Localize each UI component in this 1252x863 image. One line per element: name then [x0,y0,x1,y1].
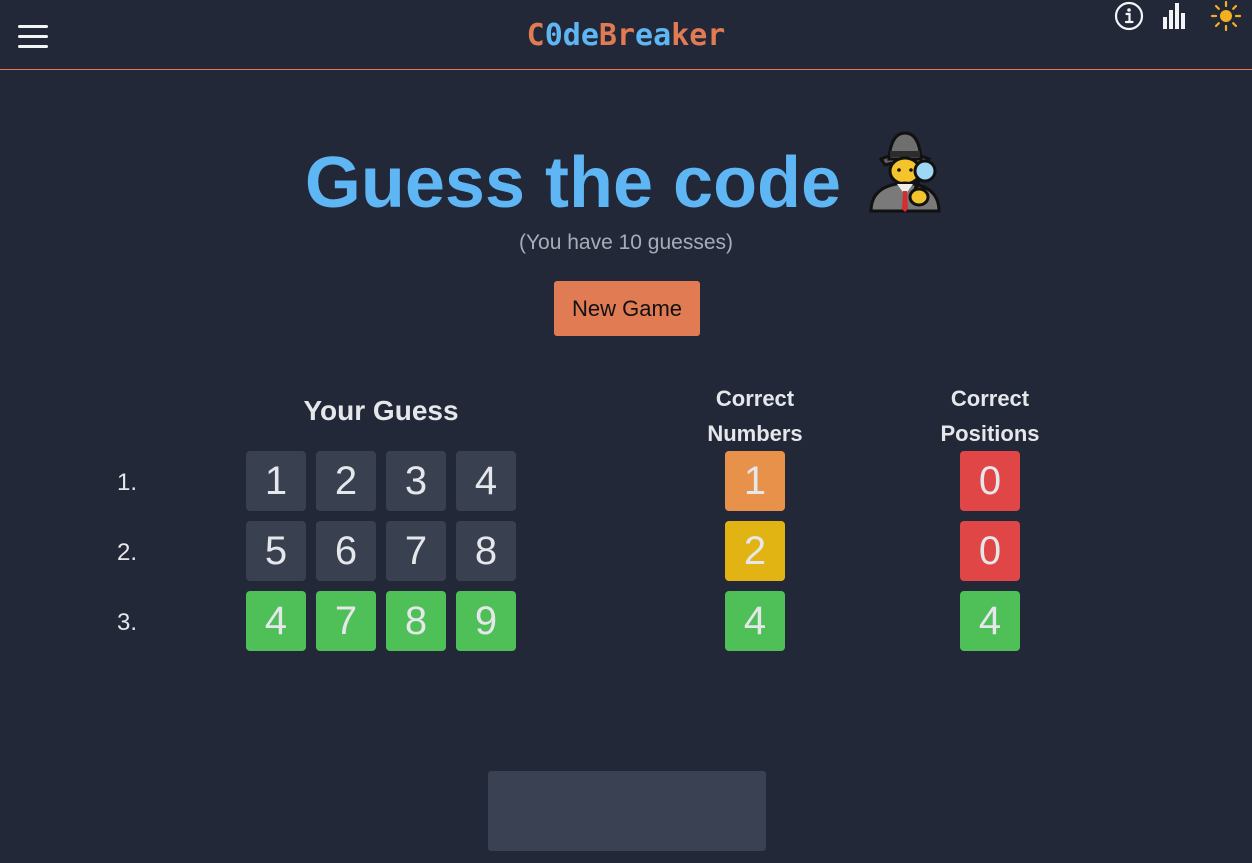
correct-positions-value: 0 [960,521,1020,581]
top-bar: C0deBreaker [0,0,1252,70]
guess-digit: 8 [456,521,516,581]
detective-emoji-icon [863,125,947,232]
correct-positions-value: 0 [960,451,1020,511]
guess-digit: 4 [456,451,516,511]
row-number: 1. [117,469,138,496]
row-number: 3. [117,609,138,636]
menu-button[interactable] [18,25,48,49]
correct-positions-header-line1: Correct [950,386,1030,411]
correct-positions-value: 4 [960,591,1020,651]
guess-digit: 1 [246,451,306,511]
menu-icon [18,25,48,28]
page-title: Guess the code [0,125,1252,232]
row-number: 2. [117,539,138,566]
correct-numbers-value: 4 [725,591,785,651]
guess-digit: 5 [246,521,306,581]
guess-digit: 4 [246,591,306,651]
sun-icon [1210,0,1242,32]
guess-digit: 3 [386,451,446,511]
theme-toggle-button[interactable] [1210,0,1242,32]
info-icon [1114,1,1144,31]
logo-part: ea [635,18,672,53]
guess-digit: 2 [316,451,376,511]
logo-part: k [671,18,690,53]
new-game-button[interactable]: New Game [554,281,700,336]
logo-part: C [526,18,545,53]
guess-digit: 7 [316,591,376,651]
guess-digit: 6 [316,521,376,581]
app-logo: C0deBreaker [0,18,1252,53]
logo-part: 0 [544,18,563,53]
guess-digit: 8 [386,591,446,651]
info-button[interactable] [1113,0,1145,32]
logo-part: de [562,18,599,53]
guess-digit: 7 [386,521,446,581]
correct-numbers-header-line1: Correct [715,386,795,411]
guess-digit: 9 [456,591,516,651]
logo-part: Br [598,18,636,53]
correct-positions-header: Correct Positions [915,381,1065,451]
correct-numbers-header: Correct Numbers [680,381,830,451]
correct-positions-header-line2: Positions [940,421,1040,446]
stats-button[interactable] [1159,0,1191,32]
logo-part: er [689,18,726,53]
stats-icon [1163,3,1185,29]
your-guess-header: Your Guess [303,395,459,426]
guesses-remaining-text: (You have 10 guesses) [518,231,734,254]
correct-numbers-header-line2: Numbers [707,421,803,446]
page-title-text: Guess the code [304,143,842,223]
input-panel[interactable] [488,771,766,851]
correct-numbers-value: 1 [725,451,785,511]
correct-numbers-value: 2 [725,521,785,581]
